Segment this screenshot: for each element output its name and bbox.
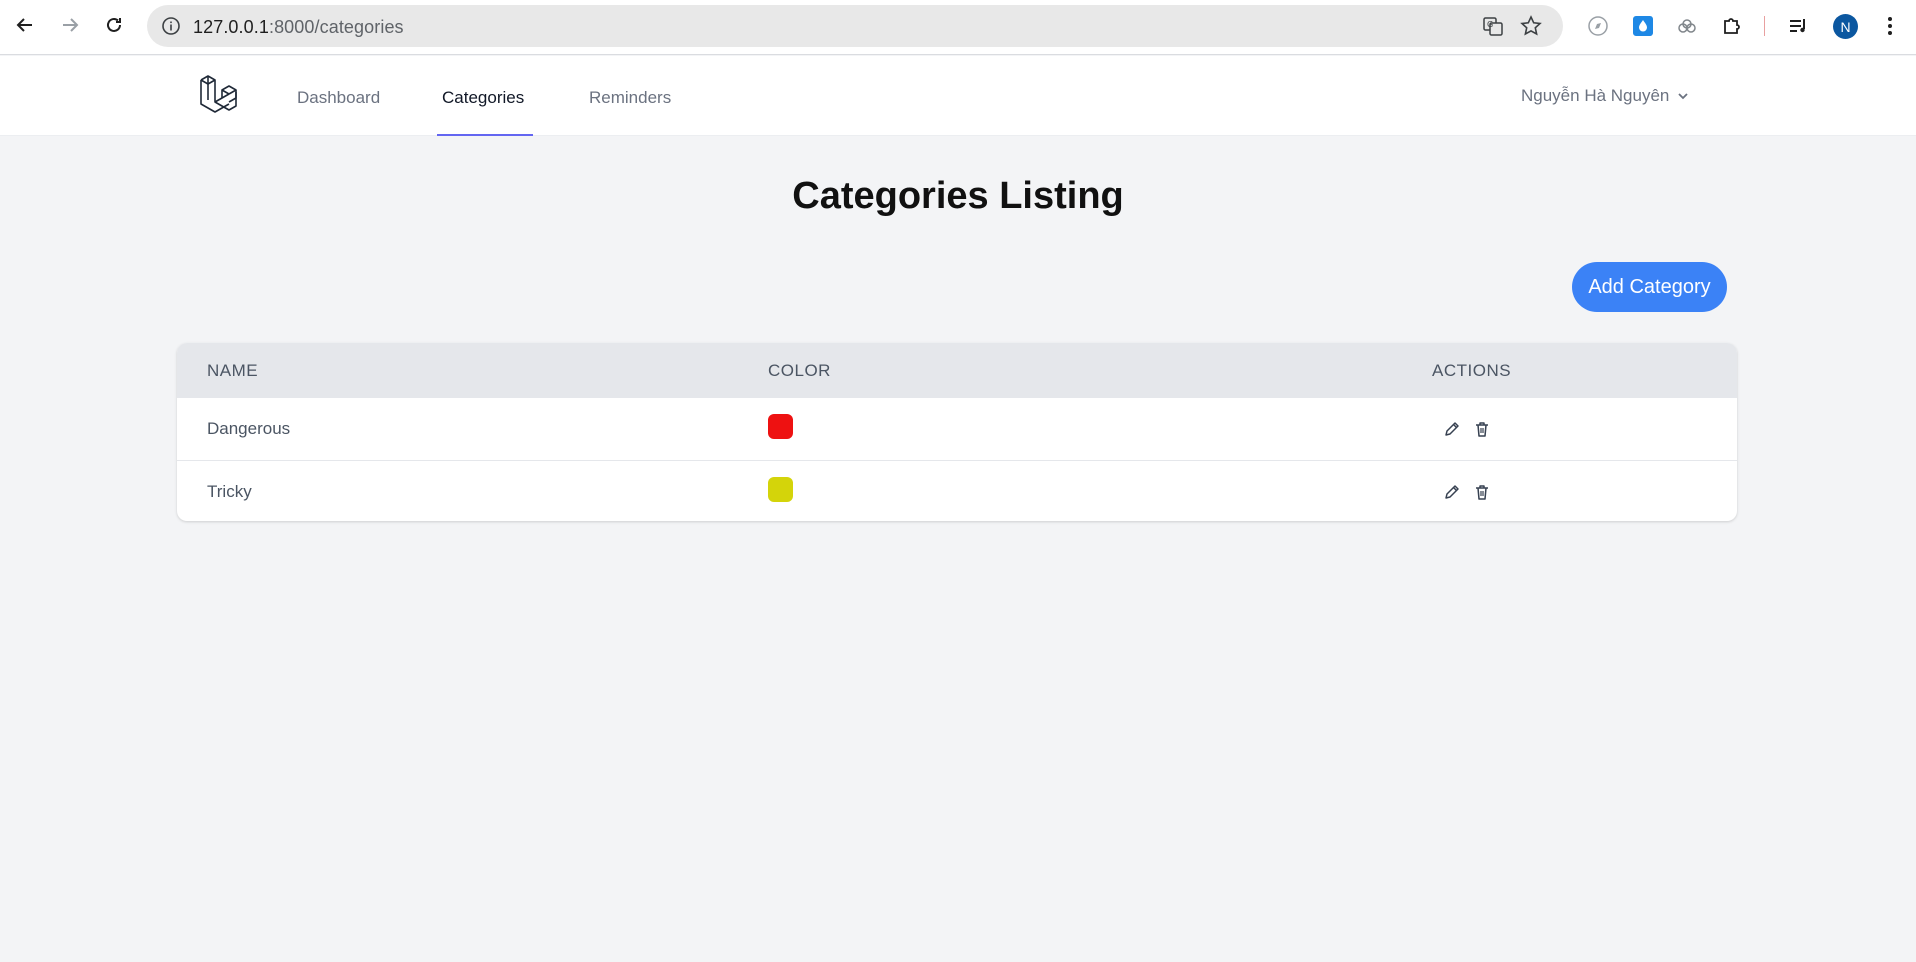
color-swatch	[768, 414, 793, 439]
trash-icon[interactable]	[1471, 481, 1493, 503]
pencil-icon[interactable]	[1441, 418, 1463, 440]
compass-extension-icon[interactable]	[1586, 14, 1610, 38]
browser-menu-icon[interactable]	[1878, 14, 1902, 38]
browser-toolbar: 127.0.0.1:8000/categories G N	[0, 0, 1916, 55]
user-dropdown[interactable]: Nguyễn Hà Nguyên	[1521, 86, 1689, 106]
categories-table: NAME COLOR ACTIONS Dangerous Tricky	[177, 343, 1737, 521]
trash-icon[interactable]	[1471, 418, 1493, 440]
nav-dashboard[interactable]: Dashboard	[297, 88, 380, 108]
translate-icon[interactable]: G	[1482, 15, 1504, 37]
add-category-button[interactable]: Add Category	[1572, 262, 1727, 312]
header-actions: ACTIONS	[1432, 361, 1512, 380]
user-name: Nguyễn Hà Nguyên	[1521, 86, 1670, 105]
page-title: Categories Listing	[792, 175, 1124, 217]
category-name: Dangerous	[207, 419, 291, 438]
reload-icon	[107, 17, 121, 32]
media-queue-icon[interactable]	[1787, 14, 1811, 38]
laravel-logo-icon[interactable]	[198, 74, 242, 118]
bookmark-star-icon[interactable]	[1520, 15, 1542, 37]
nav-categories[interactable]: Categories	[442, 88, 524, 108]
nav-reminders[interactable]: Reminders	[589, 88, 671, 108]
arrow-right-icon	[63, 18, 79, 32]
color-swatch	[768, 477, 793, 502]
category-name: Tricky	[207, 482, 252, 501]
forward-button[interactable]	[57, 12, 83, 38]
header-name: NAME	[207, 361, 259, 380]
active-nav-indicator	[437, 134, 533, 136]
site-info-icon[interactable]	[161, 16, 181, 41]
toolbar-divider	[1764, 16, 1765, 36]
reload-button[interactable]	[101, 12, 127, 38]
header-color: COLOR	[768, 361, 831, 380]
extensions-puzzle-icon[interactable]	[1720, 14, 1744, 38]
cloud-extension-icon[interactable]	[1675, 14, 1699, 38]
app-navbar: Dashboard Categories Reminders Nguyễn Hà…	[0, 56, 1916, 136]
water-drop-extension-icon[interactable]	[1631, 14, 1655, 38]
url-text: 127.0.0.1:8000/categories	[193, 17, 404, 37]
back-button[interactable]	[12, 12, 38, 38]
pencil-icon[interactable]	[1441, 481, 1463, 503]
chevron-down-icon	[1678, 93, 1689, 100]
table-header: NAME COLOR ACTIONS	[177, 343, 1737, 398]
table-row: Dangerous	[177, 398, 1737, 460]
table-row: Tricky	[177, 460, 1737, 521]
address-bar[interactable]: 127.0.0.1:8000/categories G	[147, 5, 1563, 47]
arrow-left-icon	[16, 18, 32, 32]
profile-avatar[interactable]: N	[1833, 14, 1858, 39]
svg-text:G: G	[1487, 20, 1493, 29]
